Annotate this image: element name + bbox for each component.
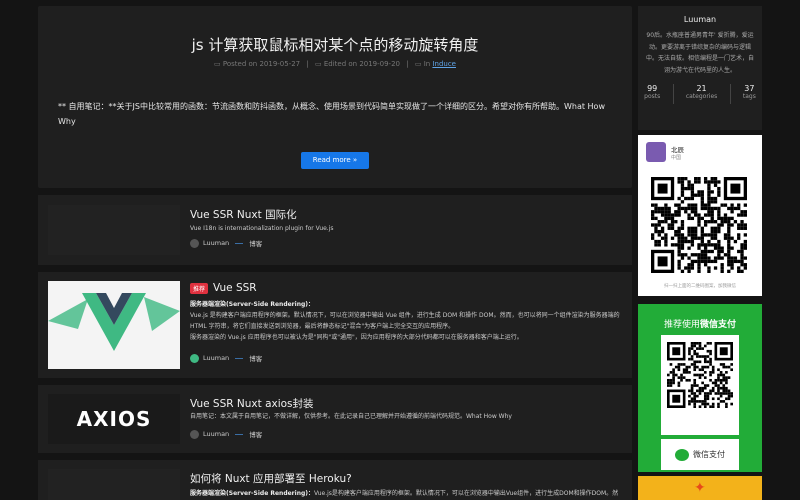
author-divider	[235, 433, 244, 435]
pay-footer-label: 微信支付	[693, 450, 725, 459]
avatar	[190, 429, 199, 439]
pay-footer: 微信支付	[661, 439, 739, 470]
post-item-title[interactable]: 推荐 Vue SSR	[190, 282, 257, 294]
profile-stats: 99 posts 21 categories 37 tags	[638, 84, 762, 104]
author-name[interactable]: Luuman	[203, 354, 229, 362]
subtitle-heading: 服务器端渲染(Server-Side Rendering)：	[190, 301, 315, 308]
profile-bio: 90后。水瓶座普通男青年' 爱折腾，爱运动。更要游离于错综复杂的编码与逻辑中。无…	[646, 32, 755, 74]
post-item-author: Luuman 博客	[190, 429, 262, 439]
promo-banner[interactable]: ✦	[638, 476, 762, 500]
category-link[interactable]: 博客	[249, 238, 262, 248]
avatar	[190, 353, 199, 363]
wechat-qr-code-icon	[651, 177, 747, 273]
calendar-icon: ▭	[214, 60, 221, 68]
post-item-subtitle: 服务器端渲染(Server-Side Rendering)： Vue.js 是构…	[190, 299, 622, 343]
posted-label: Posted on	[222, 60, 258, 68]
post-title[interactable]: js 计算获取鼠标相对某个点的移动旋转角度	[38, 34, 632, 55]
stat-posts[interactable]: 99 posts	[644, 84, 660, 104]
post-item-title[interactable]: Vue SSR Nuxt 国际化	[190, 207, 297, 222]
axios-logo-thumbnail[interactable]: AXIOS	[48, 394, 180, 444]
stat-value: 37	[744, 84, 755, 93]
wechat-location: 中国	[671, 154, 682, 161]
post-item-subtitle: Vue I18n is internationalization plugin …	[190, 225, 334, 232]
vue-logo-thumbnail[interactable]	[48, 281, 180, 369]
wechat-contact-card: 北辰 中国 扫一扫上面的二维码图案，加我微信	[638, 135, 762, 296]
profile-name: Luuman	[683, 15, 717, 24]
post-item: 推荐 Vue SSR 服务器端渲染(Server-Side Rendering)：…	[38, 272, 632, 378]
edited-label: Edited on	[323, 60, 358, 68]
category-link[interactable]: Induce	[432, 60, 456, 68]
post-thumbnail[interactable]	[48, 205, 180, 255]
vue-logo-icon	[48, 293, 180, 351]
post-item-title-text[interactable]: Vue SSR	[213, 282, 257, 294]
in-label: In	[423, 60, 431, 68]
post-item-title[interactable]: Vue SSR Nuxt axios封装	[190, 396, 314, 411]
stat-label: categories	[685, 93, 718, 100]
wechat-pay-card: 推荐使用微信支付 微信支付	[638, 304, 762, 472]
pay-qr-code-icon	[667, 342, 733, 408]
category-link[interactable]: 博客	[249, 353, 262, 363]
post-item-title[interactable]: 如何将 Nuxt 应用部署至 Heroku?	[190, 471, 352, 486]
wechat-name: 北辰	[671, 145, 684, 154]
meta-divider: |	[406, 60, 409, 68]
subtitle-line: Vue.js 是构建客户端应用程序的框架。默认情况下，可以在浏览器中输出 Vue…	[190, 312, 620, 330]
read-more-button[interactable]: Read more »	[301, 152, 369, 169]
pay-title-prefix: 推荐使用	[663, 320, 700, 330]
recommend-badge: 推荐	[190, 282, 209, 294]
wechat-pay-icon	[675, 448, 689, 461]
subtitle-heading: 服务器端渲染(Server-Side Rendering)：	[190, 490, 315, 497]
stat-value: 99	[647, 84, 658, 93]
promo-banner-icon: ✦	[694, 480, 706, 496]
stat-tags[interactable]: 37 tags	[743, 84, 756, 104]
stat-label: posts	[644, 93, 661, 100]
post-excerpt: ** 自用笔记：**关于JS中比较常用的函数：节流函数和防抖函数，从概念、使用场…	[58, 102, 605, 126]
pay-title-bold: 微信支付	[700, 320, 737, 330]
category-link[interactable]: 博客	[249, 429, 262, 439]
pay-title: 推荐使用微信支付	[638, 317, 762, 330]
author-name[interactable]: Luuman	[203, 239, 229, 247]
axios-logo: AXIOS	[76, 407, 152, 431]
subtitle-line: 服务器渲染的 Vue.js 应用程序也可以被认为是"同构"或"通用"，因为应用程…	[190, 334, 523, 341]
post-item-author: Luuman 博客	[190, 353, 262, 363]
avatar	[646, 142, 666, 162]
post-item-author: Luuman 博客	[190, 238, 262, 248]
posted-date: 2019-05-27	[259, 60, 301, 68]
profile-card: Luuman 90后。水瓶座普通男青年' 爱折腾，爱运动。更要游离于错综复杂的编…	[638, 6, 762, 130]
author-name[interactable]: Luuman	[203, 430, 229, 438]
stat-label: tags	[742, 93, 756, 100]
author-divider	[235, 357, 244, 359]
sidebar: Luuman 90后。水瓶座普通男青年' 爱折腾，爱运动。更要游离于错综复杂的编…	[638, 6, 762, 130]
folder-icon: ▭	[414, 60, 422, 68]
stat-categories[interactable]: 21 categories	[686, 84, 717, 104]
post-meta: ▭ Posted on 2019-05-27 | ▭ Edited on 201…	[38, 60, 632, 68]
stat-divider	[729, 84, 731, 104]
avatar	[190, 238, 199, 248]
wechat-header: 北辰 中国	[646, 142, 684, 162]
stat-value: 21	[696, 84, 707, 93]
author-divider	[235, 242, 244, 244]
post-list: js 计算获取鼠标相对某个点的移动旋转角度 ▭ Posted on 2019-0…	[38, 6, 632, 188]
edited-date: 2019-09-20	[359, 60, 400, 68]
stat-divider	[672, 84, 674, 104]
post-item-subtitle: 服务器端渲染(Server-Side Rendering)：Vue.js是构建客…	[190, 488, 622, 499]
post-item: 如何将 Nuxt 应用部署至 Heroku? 服务器端渲染(Server-Sid…	[38, 460, 632, 500]
post-item: Vue SSR Nuxt 国际化 Vue I18n is internation…	[38, 195, 632, 265]
featured-post-card: js 计算获取鼠标相对某个点的移动旋转角度 ▭ Posted on 2019-0…	[38, 6, 632, 188]
subtitle-line: Vue.js是构建客户端应用程序的框架。默认情况下，可以在浏览器中输出Vue组件…	[314, 490, 619, 497]
post-item-subtitle: 自用笔记：本文属于自用笔记，不做详解，仅供参考。在此记录自己已理解并开始遵循的前…	[190, 413, 512, 420]
wechat-footer: 扫一扫上面的二维码图案，加我微信	[664, 284, 736, 289]
post-item: AXIOS Vue SSR Nuxt axios封装 自用笔记：本文属于自用笔记…	[38, 385, 632, 453]
edit-calendar-icon: ▭	[314, 60, 322, 68]
meta-divider: |	[306, 60, 309, 68]
post-thumbnail[interactable]	[48, 469, 180, 500]
